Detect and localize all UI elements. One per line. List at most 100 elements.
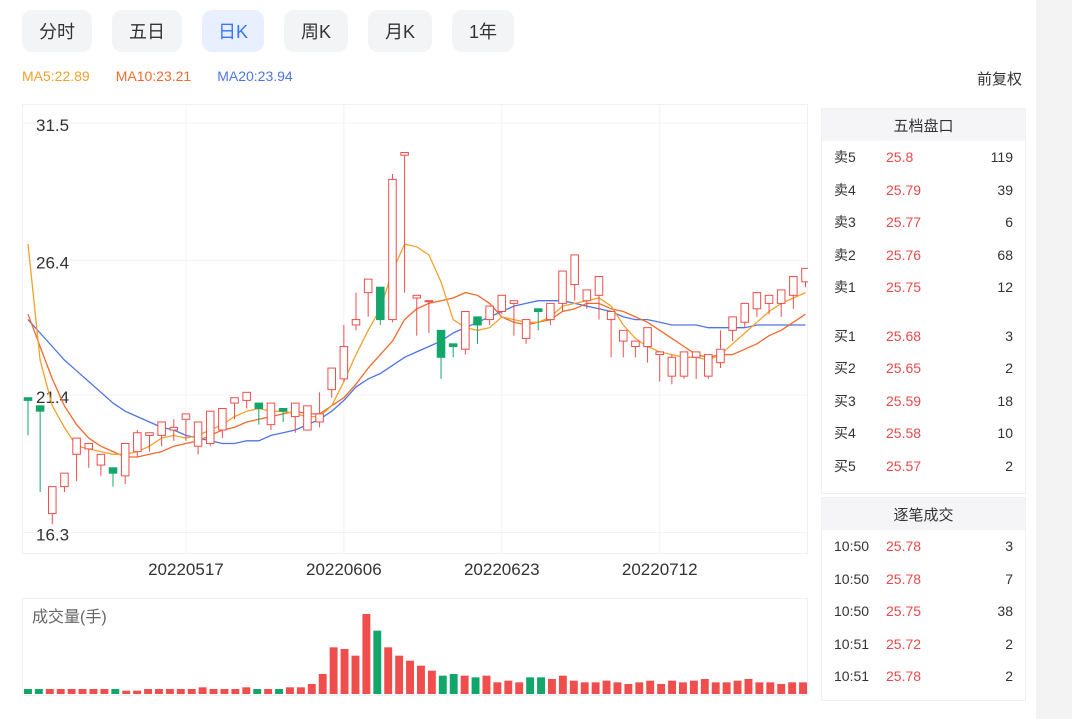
tab-five-day[interactable]: 五日 <box>112 10 182 52</box>
volume-bar <box>766 682 775 694</box>
candle-body <box>424 300 434 303</box>
candle-body <box>96 453 106 466</box>
trades-title: 逐笔成交 <box>822 498 1025 530</box>
volume-frame <box>22 598 808 696</box>
sell-level-vol: 68 <box>997 246 1013 263</box>
volume-bar <box>417 665 425 694</box>
volume-bar <box>515 682 524 694</box>
sell-level-vol: 119 <box>990 149 1013 166</box>
candle-body <box>801 267 810 283</box>
volume-bar <box>722 682 731 694</box>
volume-bar <box>34 689 43 694</box>
volume-bar <box>526 677 535 694</box>
candle-body <box>509 300 519 304</box>
volume-bar <box>548 679 556 694</box>
page-scrollbar[interactable] <box>1036 0 1072 719</box>
candle-body <box>303 405 312 431</box>
volume-bar <box>799 682 807 694</box>
sell-orders: 卖5 25.8 119 卖4 25.79 39 卖3 25.77 6 卖2 25.76 68 卖1 25.… <box>822 141 1025 304</box>
sell-level-price: 25.76 <box>886 246 922 263</box>
candle-body <box>412 294 422 299</box>
candle-body <box>48 486 57 515</box>
candle-body <box>120 443 130 477</box>
buy-level-vol: 2 <box>1005 457 1013 474</box>
y-tick-label: 16.3 <box>36 525 69 544</box>
y-tick-label: 31.5 <box>36 116 69 135</box>
volume-bar <box>275 689 283 694</box>
volume-bar <box>296 687 305 694</box>
sell-level-label: 卖2 <box>834 246 856 263</box>
trade-label: 10:51 <box>834 668 870 685</box>
buy-level-vol: 10 <box>997 425 1013 442</box>
candle-body <box>290 402 300 418</box>
volume-bar <box>504 680 513 694</box>
candle-body <box>570 254 579 286</box>
volume-bar <box>133 690 142 694</box>
candle-body <box>84 443 94 450</box>
volume-bar <box>253 689 262 694</box>
candle-body <box>716 348 725 364</box>
candle-body <box>631 340 640 348</box>
candle-body <box>448 343 458 348</box>
period-tabs: 分时 五日 日K 周K 月K 1年 <box>22 10 514 52</box>
candle-body <box>169 426 179 431</box>
volume-bar <box>155 689 163 694</box>
volume-bar <box>537 677 545 694</box>
candle-body <box>461 310 470 350</box>
volume-title: 成交量(手) <box>32 608 107 626</box>
volume-bar <box>482 675 491 694</box>
volume-bar <box>56 689 65 694</box>
volume-bar <box>657 684 666 694</box>
candle-body <box>704 354 713 377</box>
candle-body <box>546 302 555 321</box>
volume-bar <box>329 647 338 694</box>
volume-bar <box>362 614 371 694</box>
candle-body <box>230 397 239 404</box>
buy-level-row: 买5 25.57 2 <box>822 450 1025 483</box>
volume-bar <box>493 682 502 694</box>
sell-level-label: 卖5 <box>834 149 856 166</box>
volume-bar <box>307 684 316 694</box>
trade-row: 10:50 25.75 38 <box>822 595 1025 628</box>
volume-bar <box>602 680 611 694</box>
sell-level-vol: 12 <box>997 279 1013 296</box>
candle-body <box>594 275 604 296</box>
sell-level-vol: 39 <box>997 181 1013 198</box>
sell-level-label: 卖3 <box>834 214 856 231</box>
volume-bar <box>580 682 589 694</box>
volume-bar <box>471 677 480 694</box>
candle-body <box>351 319 361 326</box>
sell-level-vol: 6 <box>1005 214 1013 231</box>
trades-panel: 逐笔成交 10:50 25.78 3 10:50 25.78 7 10:50 25.75 38 1… <box>821 497 1026 701</box>
volume-bar <box>558 675 567 694</box>
volume-bar <box>569 680 578 694</box>
trade-row: 10:50 25.78 7 <box>822 563 1025 596</box>
x-tick-label: 20220606 <box>306 560 382 579</box>
candle-body <box>521 319 531 339</box>
tab-one-year[interactable]: 1年 <box>452 10 514 52</box>
candle-body <box>655 351 664 356</box>
sell-level-price: 25.79 <box>886 181 922 198</box>
volume-bar <box>646 680 655 694</box>
buy-level-row: 买4 25.58 10 <box>822 417 1025 450</box>
tab-weekly-k[interactable]: 周K <box>284 10 348 52</box>
candle-body <box>133 432 142 453</box>
candle-body <box>315 413 324 423</box>
sell-level-row: 卖3 25.77 6 <box>822 206 1025 239</box>
adjust-selector[interactable]: 前复权 <box>977 68 1022 89</box>
tab-daily-k[interactable]: 日K <box>202 10 264 52</box>
tab-intraday[interactable]: 分时 <box>22 10 92 52</box>
volume-bar <box>755 682 764 694</box>
sell-level-price: 25.75 <box>886 279 922 296</box>
volume-bar <box>373 630 382 694</box>
volume-bar <box>777 684 786 694</box>
tab-monthly-k[interactable]: 月K <box>368 10 432 52</box>
candle-body <box>691 351 701 358</box>
trade-row: 10:51 25.78 2 <box>822 660 1025 693</box>
ma20-value: MA20:23.94 <box>217 68 293 84</box>
candle-body <box>740 302 750 323</box>
candle-body <box>667 356 677 377</box>
trade-price: 25.72 <box>886 635 922 652</box>
candle-body <box>72 437 81 455</box>
candle-body <box>108 467 118 474</box>
